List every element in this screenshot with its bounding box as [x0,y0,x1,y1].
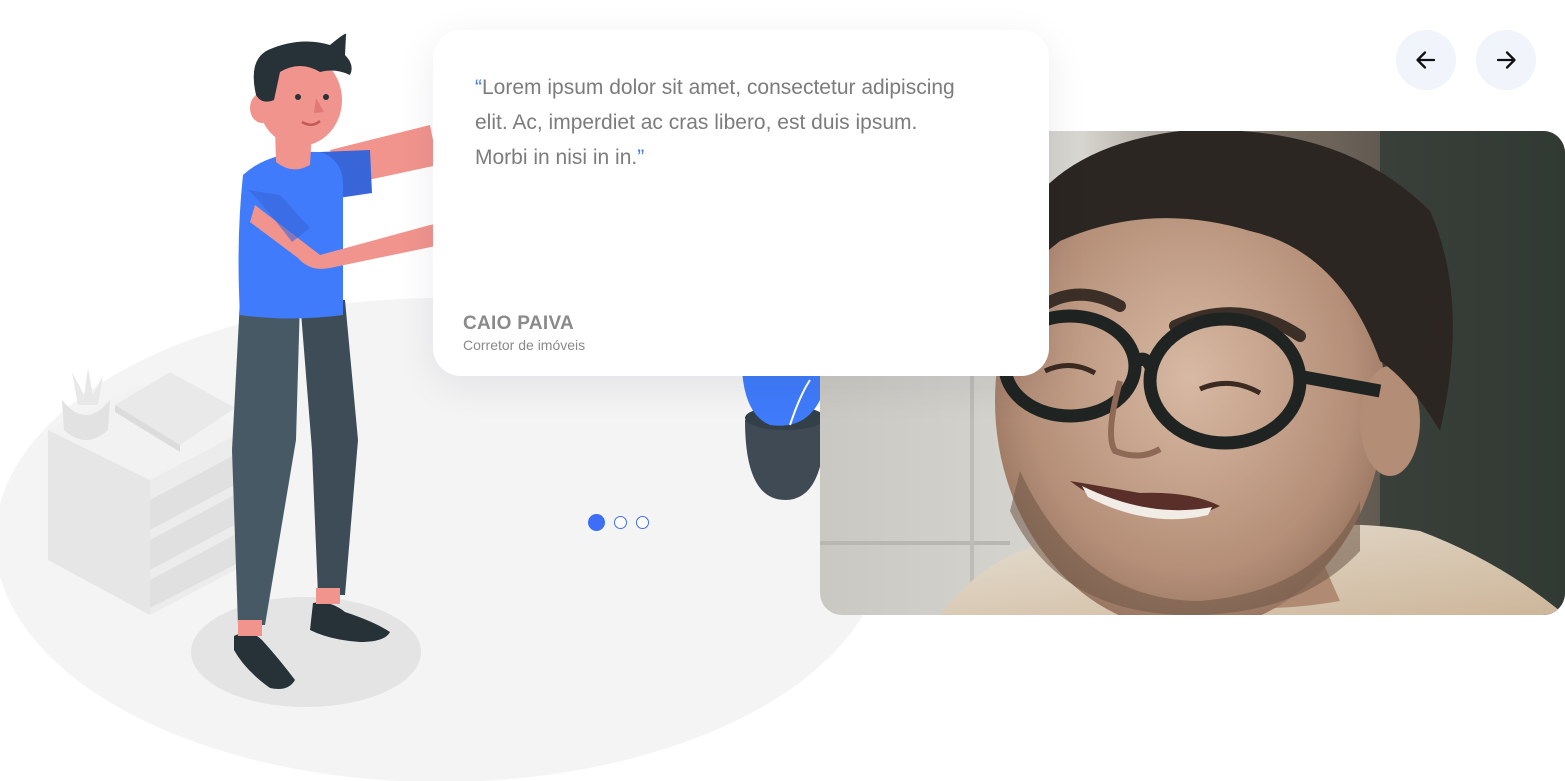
author-role: Corretor de imóveis [463,337,586,353]
pagination-dot-1[interactable] [588,513,605,531]
testimonial-card: “Lorem ipsum dolor sit amet, consectetur… [433,30,1049,376]
arrow-right-icon [1496,51,1516,69]
testimonial-text: Lorem ipsum dolor sit amet, consectetur … [475,76,955,169]
pagination-dots [588,513,649,531]
pagination-dot-2[interactable] [614,515,627,529]
open-quote-mark: “ [475,76,482,99]
testimonial-quote: “Lorem ipsum dolor sit amet, consectetur… [475,70,975,175]
author-name: CAIO PAIVA [463,313,575,334]
previous-button[interactable] [1396,30,1456,90]
testimonial-section: “Lorem ipsum dolor sit amet, consectetur… [0,0,1565,781]
pagination-dot-3[interactable] [636,515,649,529]
arrow-left-icon [1416,51,1436,69]
next-button[interactable] [1476,30,1536,90]
close-quote-mark: ” [637,146,645,169]
